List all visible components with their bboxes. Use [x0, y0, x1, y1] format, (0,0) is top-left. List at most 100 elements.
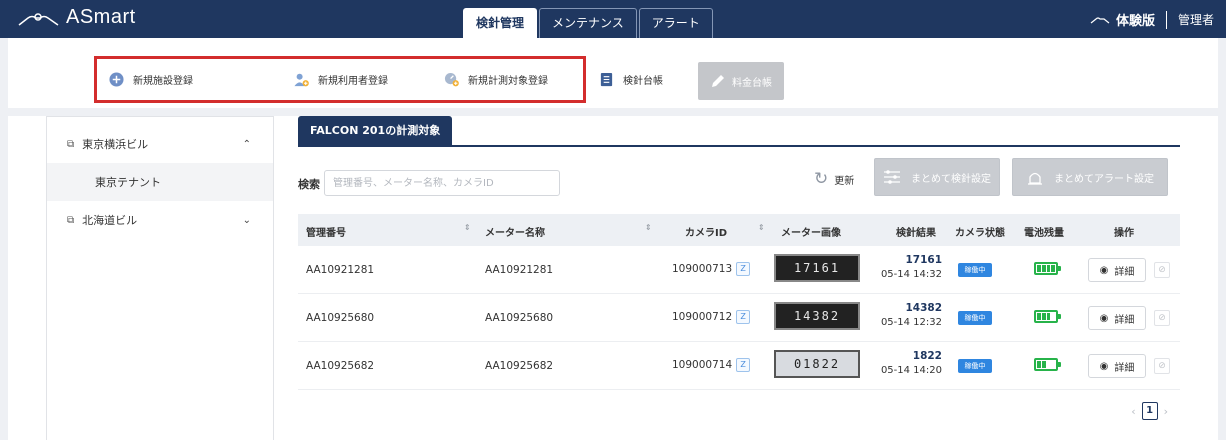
- zoom-button[interactable]: Z: [736, 358, 751, 372]
- col-camera-id[interactable]: カメラID: [685, 224, 727, 239]
- tab-alert[interactable]: アラート: [638, 8, 713, 38]
- search-label: 検索: [298, 178, 320, 191]
- tab-maintenance[interactable]: メンテナンス: [539, 8, 637, 38]
- link-icon[interactable]: ⊘: [1154, 358, 1170, 374]
- alert-light-icon: [1028, 172, 1042, 185]
- link-icon[interactable]: ⊘: [1154, 310, 1170, 326]
- battery-icon: [1034, 310, 1061, 323]
- logo[interactable]: ASmart: [18, 6, 136, 29]
- col-camera-status: カメラ状態: [955, 228, 1005, 239]
- sort-icon[interactable]: ⇕: [758, 223, 765, 232]
- tab-underline: [298, 145, 1180, 147]
- new-facility-label: 新規施設登録: [133, 76, 193, 87]
- wave-logo-icon: [18, 12, 59, 26]
- detail-button[interactable]: ◉ 詳細: [1088, 354, 1146, 378]
- cell-management-no: AA10921281: [306, 264, 375, 276]
- content-panel: ⧉ 東京横浜ビル ⌃ 東京テナント ⧉ 北海道ビル ⌄ FALCON 201の計…: [8, 116, 1218, 440]
- cell-meter-name: AA10925682: [485, 360, 554, 372]
- reading-time: 05-14 14:20: [880, 365, 942, 376]
- new-user-button[interactable]: 新規利用者登録: [294, 72, 388, 87]
- camera-id-text: 109000714: [672, 359, 733, 371]
- sidebar-item-hokkaido[interactable]: ⧉ 北海道ビル ⌄: [47, 201, 273, 239]
- col-meter-image: メーター画像: [781, 228, 841, 239]
- main-area: FALCON 201の計測対象 検索 ↻ 更新 まとめて検針設定 まとめてアラー…: [298, 116, 1180, 440]
- camera-id-text: 109000713: [672, 263, 733, 275]
- zoom-button[interactable]: Z: [736, 310, 751, 324]
- app-header: ASmart 検針管理 メンテナンス アラート 体験版 管理者: [0, 0, 1226, 38]
- batch-reading-label: まとめて検針設定: [911, 173, 991, 185]
- sort-icon[interactable]: ⇕: [645, 223, 652, 232]
- cell-management-no: AA10925682: [306, 360, 375, 372]
- link-icon[interactable]: ⊘: [1154, 262, 1170, 278]
- batch-alert-label: まとめてアラート設定: [1054, 173, 1154, 185]
- main-nav-tabs: 検針管理 メンテナンス アラート: [463, 8, 715, 38]
- brand-name: ASmart: [66, 6, 136, 28]
- prev-page-icon[interactable]: ‹: [1131, 405, 1135, 418]
- chevron-up-icon: ⌃: [242, 138, 251, 150]
- detail-label: 詳細: [1114, 266, 1135, 278]
- battery-icon: [1034, 262, 1061, 275]
- detail-label: 詳細: [1114, 362, 1135, 374]
- new-measure-target-button[interactable]: 新規計測対象登録: [444, 72, 548, 87]
- chevron-down-icon: ⌄: [242, 214, 251, 226]
- wave-small-icon: [1090, 16, 1110, 23]
- batch-reading-settings-button[interactable]: まとめて検針設定: [874, 158, 1000, 196]
- cell-camera-id: 109000713 Z: [672, 262, 751, 276]
- trial-label: 体験版: [1115, 14, 1155, 29]
- reading-ledger-button[interactable]: 検針台帳: [599, 72, 663, 87]
- action-toolbar: 新規施設登録 新規利用者登録 新規計測対象登録 検針台帳 料金台帳: [8, 38, 1218, 108]
- cell-meter-name: AA10921281: [485, 264, 554, 276]
- page-current[interactable]: 1: [1141, 402, 1158, 420]
- table-row: AA10925682 AA10925682 109000714 Z 01822 1…: [298, 342, 1180, 390]
- pagination: ‹ 1 ›: [1131, 402, 1168, 420]
- sort-icon[interactable]: ⇕: [464, 223, 471, 232]
- pencil-icon: [712, 75, 724, 87]
- tab-falcon-targets[interactable]: FALCON 201の計測対象: [298, 116, 453, 146]
- new-measure-target-label: 新規計測対象登録: [468, 76, 548, 87]
- zoom-button[interactable]: Z: [736, 262, 751, 276]
- meter-add-icon: [444, 72, 459, 87]
- reading-time: 05-14 12:32: [880, 317, 942, 328]
- header-user-area: 体験版 管理者: [1090, 10, 1214, 29]
- sidebar-item-tokyo-yokohama[interactable]: ⧉ 東京横浜ビル ⌃: [47, 125, 273, 163]
- new-user-label: 新規利用者登録: [318, 76, 388, 87]
- eye-icon: ◉: [1099, 312, 1109, 324]
- meter-image[interactable]: 17161: [774, 254, 860, 282]
- header-divider: [1165, 10, 1167, 29]
- sidebar-item-label: 北海道ビル: [82, 214, 138, 227]
- meter-image[interactable]: 01822: [774, 350, 860, 378]
- status-badge: 稼働中: [958, 359, 992, 373]
- table-header: 管理番号 ⇕ メーター名称 ⇕ カメラID ⇕ メーター画像 検針結果 カメラ状…: [298, 214, 1180, 246]
- sidebar-item-label: 東京横浜ビル: [82, 138, 149, 151]
- refresh-label: 更新: [834, 175, 855, 187]
- detail-button[interactable]: ◉ 詳細: [1088, 258, 1146, 282]
- eye-icon: ◉: [1099, 264, 1109, 276]
- sidebar-item-label: 東京テナント: [95, 176, 161, 189]
- batch-alert-settings-button[interactable]: まとめてアラート設定: [1012, 158, 1168, 196]
- cell-camera-id: 109000714 Z: [672, 358, 751, 372]
- meter-image[interactable]: 14382: [774, 302, 860, 330]
- user-add-icon: [294, 73, 309, 87]
- search-input[interactable]: [324, 170, 560, 196]
- new-facility-button[interactable]: 新規施設登録: [109, 72, 193, 87]
- col-meter-name[interactable]: メーター名称: [485, 224, 545, 239]
- building-icon: ⧉: [67, 214, 75, 226]
- cell-management-no: AA10925680: [306, 312, 375, 324]
- col-battery: 電池残量: [1024, 228, 1064, 239]
- detail-label: 詳細: [1114, 314, 1135, 326]
- tab-reading-management[interactable]: 検針管理: [463, 8, 538, 38]
- facility-tree: ⧉ 東京横浜ビル ⌃ 東京テナント ⧉ 北海道ビル ⌄: [46, 116, 274, 440]
- sliders-icon: [884, 170, 900, 184]
- user-menu[interactable]: 管理者: [1178, 11, 1214, 28]
- table-row: AA10921281 AA10921281 109000713 Z 17161 1…: [298, 246, 1180, 294]
- refresh-button[interactable]: ↻ 更新: [814, 169, 854, 189]
- refresh-icon: ↻: [814, 169, 829, 189]
- fee-ledger-label: 料金台帳: [732, 77, 772, 89]
- col-management-no[interactable]: 管理番号: [306, 224, 346, 239]
- fee-ledger-button[interactable]: 料金台帳: [698, 62, 784, 100]
- next-page-icon[interactable]: ›: [1164, 405, 1168, 418]
- detail-button[interactable]: ◉ 詳細: [1088, 306, 1146, 330]
- sidebar-item-tokyo-tenant[interactable]: 東京テナント: [47, 163, 273, 201]
- reading-value: 1822: [912, 350, 942, 362]
- cell-meter-name: AA10925680: [485, 312, 554, 324]
